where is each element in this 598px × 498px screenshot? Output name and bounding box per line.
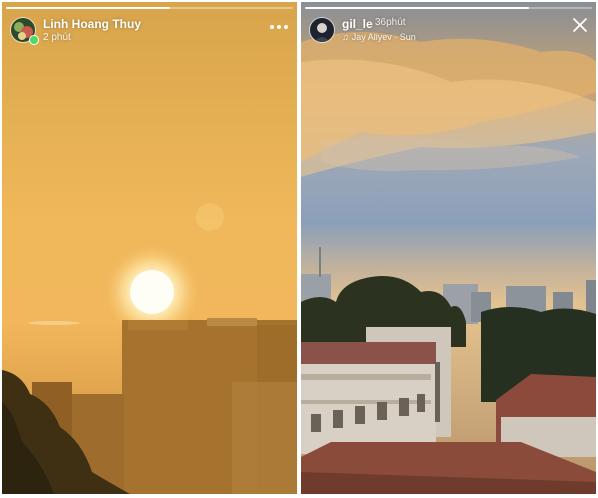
story-progress-fill xyxy=(305,7,529,9)
story-time: 2 phút xyxy=(43,32,71,43)
online-status-dot xyxy=(29,35,39,45)
story-user-name[interactable]: gil_le xyxy=(342,17,373,31)
story-progress-fill xyxy=(6,7,170,9)
story-music[interactable]: ♫ Jay Aliyev · Sun xyxy=(342,32,416,42)
story-header: Linh Hoang Thuy 2 phút xyxy=(8,14,289,48)
story-progress-bar xyxy=(305,7,592,9)
close-icon[interactable] xyxy=(572,17,588,33)
music-track-label: Jay Aliyev · Sun xyxy=(351,32,416,42)
story-progress-bar xyxy=(6,7,293,9)
story-header: gil_le 36phút ♫ Jay Aliyev · Sun xyxy=(307,14,588,48)
more-options-icon[interactable] xyxy=(269,20,289,32)
city-sky-photo xyxy=(301,2,596,494)
avatar[interactable] xyxy=(309,17,335,43)
avatar-image xyxy=(310,18,334,42)
music-note-icon: ♫ xyxy=(342,32,349,42)
divider xyxy=(298,0,300,498)
sunset-photo xyxy=(2,2,297,494)
story-left[interactable]: Linh Hoang Thuy 2 phút xyxy=(2,2,297,494)
story-user-name[interactable]: Linh Hoang Thuy xyxy=(43,17,141,31)
story-right[interactable]: gil_le 36phút ♫ Jay Aliyev · Sun xyxy=(301,2,596,494)
story-time: 36phút xyxy=(375,17,406,28)
